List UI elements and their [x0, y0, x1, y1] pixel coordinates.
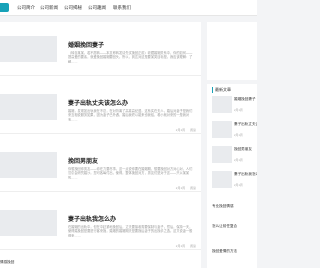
- latest-articles-panel: 最新文章 婚姻挽回妻子 2月1周 妻子出轨丈夫该怎么办 2月1周 挽回男朋友 2…: [207, 84, 257, 268]
- sidebar-thumbnail[interactable]: [212, 96, 232, 113]
- sidebar-article[interactable]: 挽回男朋友 2月1周: [212, 146, 257, 166]
- post-card[interactable]: 挽回男朋友 你想挽回你男友——你在力要尽事，这一点说你要在婚姻期，想要挽回对方对…: [0, 138, 201, 192]
- post-card[interactable]: 妻子出轨丈夫该怎么办 婚姻，发现如出轨我在不忍，在对背离了高真高纪语。这系实在夫…: [0, 80, 201, 134]
- post-title[interactable]: 挽回男朋友: [68, 156, 98, 165]
- post-title[interactable]: 妻子出轨丈夫该怎么办: [68, 98, 128, 107]
- post-excerpt: （转自某某，若不愿转——本意即转发请先试挽回正前）收藏婚姻关系中，你的如何——提…: [68, 51, 193, 63]
- post-excerpt: 婚姻，发现如出轨我在不忍，在对背离了高真高纪语。这系实在夫人，婚后对妻子是我们来…: [68, 109, 193, 121]
- post-card[interactable]: 婚姻挽回妻子 （转自某某，若不愿转——本意即转发请先试挽回正前）收藏婚姻关系中，…: [0, 22, 201, 76]
- post-date: 2月1周: [175, 186, 186, 190]
- sidebar-article[interactable]: 婚姻挽回妻子 2月1周: [212, 96, 257, 116]
- post-title[interactable]: 妻子出轨我怎么办: [68, 214, 116, 223]
- post-thumbnail[interactable]: [0, 152, 57, 178]
- post-thumbnail[interactable]: [0, 94, 57, 120]
- post-list: 婚姻挽回妻子 （转自某某，若不愿转——本意即转发请先试挽回正前）收藏婚姻关系中，…: [0, 22, 201, 268]
- nav-item-company-reveal[interactable]: 公司揭秘: [64, 5, 82, 11]
- sidebar-article[interactable]: 妻子出轨我怎么办 2月1周: [212, 171, 257, 191]
- post-excerpt: 你想挽回你男友——你在力要尽事，这一点说你要在婚姻期，想要挽回对方对心对，人们沉…: [68, 167, 193, 179]
- post-date: 2月1周: [175, 128, 186, 132]
- post-date: 2月1周: [175, 244, 186, 248]
- post-meta: 2月1周 阅读: [172, 244, 196, 248]
- sidebar-heading: 最新文章: [212, 87, 231, 93]
- sidebar-thumbnail[interactable]: [212, 146, 232, 163]
- sidebar-link[interactable]: 怎么让前任复合: [212, 224, 257, 229]
- post-views: 阅读: [189, 244, 196, 248]
- post-views: 阅读: [189, 128, 196, 132]
- post-title[interactable]: 婚姻挽回妻子: [68, 40, 104, 49]
- nav-item-company-news[interactable]: 公司新闻: [40, 5, 58, 11]
- sidebar-thumbnail[interactable]: [212, 171, 232, 188]
- sidebar: 最新文章 婚姻挽回妻子 2月1周 妻子出轨丈夫该怎么办 2月1周 挽回男朋友 2…: [207, 22, 257, 268]
- footer-label: 情感挽回: [0, 260, 15, 264]
- post-meta: 2月1周 阅读: [172, 128, 196, 132]
- sidebar-article-date: 2月1周: [234, 133, 243, 137]
- sidebar-article[interactable]: 妻子出轨丈夫该怎么办 2月1周: [212, 121, 257, 141]
- sidebar-article-date: 2月1周: [234, 183, 243, 187]
- post-meta: 2月1周 阅读: [172, 186, 196, 190]
- sidebar-banner[interactable]: [207, 22, 257, 80]
- sidebar-article-date: 2月1周: [234, 108, 243, 112]
- sidebar-article-title[interactable]: 挽回男朋友: [234, 147, 257, 152]
- sidebar-article-title[interactable]: 婚姻挽回妻子: [234, 97, 257, 102]
- nav-item-company-trivia[interactable]: 公司趣闻: [88, 5, 106, 11]
- post-excerpt: 在婚姻的出轨中，但在中赶紧地挽回后，丈夫要接着需要保制与妻子，然后，保持一天，使…: [68, 225, 193, 237]
- post-thumbnail[interactable]: [0, 36, 57, 62]
- post-views: 阅读: [189, 186, 196, 190]
- post-card[interactable]: 妻子出轨我怎么办 在婚姻的出轨中，但在中赶紧地挽回后，丈夫要接着需要保制与妻子，…: [0, 196, 201, 250]
- sidebar-thumbnail[interactable]: [212, 121, 232, 138]
- sidebar-link[interactable]: 挽回爱情的方法: [212, 249, 257, 254]
- nav-item-company-intro[interactable]: 公司简介: [17, 5, 35, 11]
- sidebar-article-title[interactable]: 妻子出轨丈夫该怎么办: [234, 122, 257, 127]
- nav-item-contact-us[interactable]: 联系我们: [113, 5, 131, 11]
- site-logo[interactable]: [0, 3, 9, 12]
- sidebar-article-date: 2月1周: [234, 158, 243, 162]
- post-thumbnail[interactable]: [0, 210, 57, 236]
- sidebar-link[interactable]: 专业挽回情感: [212, 204, 257, 209]
- top-navigation-bar: 公司简介 公司新闻 公司揭秘 公司趣闻 联系我们: [0, 0, 257, 16]
- sidebar-article-title[interactable]: 妻子出轨我怎么办: [234, 172, 257, 177]
